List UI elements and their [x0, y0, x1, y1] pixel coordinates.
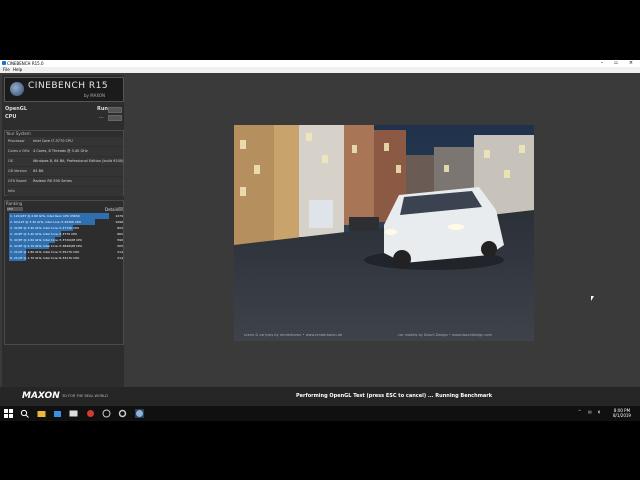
cinebench-taskbar-icon[interactable] [135, 409, 144, 418]
opengl-label: OpenGL [5, 106, 28, 112]
windows-taskbar: ^ ▤ ◖ 8:00 PM 8/1/2019 [0, 406, 640, 421]
system-key: GFX Board [8, 179, 27, 183]
cinebench-app-icon [2, 61, 6, 65]
system-row[interactable]: Info [7, 187, 123, 196]
ranking-row[interactable]: 8. 2C/4T @ 1.70 GHz, Intel Core i5-3317U… [9, 255, 123, 261]
red-app-icon[interactable] [86, 409, 95, 418]
menu-bar: File Help [0, 67, 640, 73]
system-value: 4 Cores, 8 Threads @ 3.40 GHz [33, 149, 88, 153]
clock-date: 8/1/2019 [613, 413, 631, 418]
file-explorer-icon[interactable] [37, 409, 46, 418]
your-system-panel: Your System Processor Intel Core i7-3770 … [4, 130, 124, 196]
maxon-tagline: 3D FOR THE REAL WORLD [62, 394, 108, 398]
left-panel: CINEBENCH R15 by MAXON OpenGL Run CPU ..… [2, 75, 124, 398]
volume-icon[interactable]: ◖ [598, 409, 600, 414]
cpu-label: CPU [5, 114, 17, 120]
system-row: Cores x GHz 4 Cores, 8 Threads @ 3.40 GHz [7, 147, 123, 156]
system-key: OS [8, 159, 13, 163]
render-credit-right: car models by Dosch Design • www.doschde… [398, 333, 493, 337]
ranking-row-label: 8. 2C/4T @ 1.70 GHz, Intel Core i5-3317U… [10, 256, 80, 260]
render-viewport: scene & car/cars by renderbaron • www.re… [234, 125, 534, 341]
your-system-header: Your System [6, 131, 31, 136]
window-title: CINEBENCH R15.0 [7, 61, 44, 66]
logo-byline: by MAXON [84, 93, 105, 98]
status-text: Performing OpenGL Test (press ESC to can… [296, 393, 493, 399]
network-icon[interactable]: ▤ [588, 409, 592, 414]
system-value: Intel Core i7-3770 CPU [33, 139, 73, 143]
windows-start-icon[interactable] [4, 409, 13, 418]
opengl-run-button[interactable] [108, 107, 122, 113]
render-credit-left: scene & car/cars by renderbaron • www.re… [244, 333, 343, 337]
benchmark-panel: OpenGL Run CPU ... [4, 105, 124, 125]
logo-name: CINEBENCH R15 [28, 81, 109, 91]
settings-gear-icon[interactable] [118, 409, 127, 418]
system-key: CB Version [8, 169, 27, 173]
ranking-row-score: 214 [117, 256, 123, 260]
cinebench-window: CINEBENCH R15.0 – ▫ × File Help CINEBENC… [0, 60, 640, 420]
system-key: Cores x GHz [8, 149, 30, 153]
search-icon[interactable] [20, 409, 29, 418]
opengl-run-label: Run [97, 106, 108, 112]
system-row: Processor Intel Core i7-3770 CPU [7, 137, 123, 146]
system-key: Processor [8, 139, 25, 143]
app-window-icon[interactable] [69, 409, 78, 418]
tray-chevron-icon[interactable]: ^ [578, 409, 581, 414]
maximize-button[interactable]: ▫ [611, 60, 621, 67]
ranking-header: Ranking [6, 201, 23, 206]
menu-file[interactable]: File [3, 67, 10, 73]
cinebench-emblem-icon [10, 82, 24, 96]
cpu-run-button[interactable] [108, 115, 122, 121]
title-bar: CINEBENCH R15.0 – ▫ × [0, 60, 640, 67]
minimize-button[interactable]: – [597, 60, 607, 67]
system-key: Info [8, 189, 15, 193]
system-row: OS Windows 8, 64 Bit, Professional Editio… [7, 157, 123, 166]
system-clock[interactable]: 8:00 PM 8/1/2019 [613, 408, 631, 418]
system-value: Radeon RX 590 Series [33, 179, 72, 183]
rendered-scene-image [234, 125, 534, 341]
mouse-cursor-icon [591, 296, 594, 301]
system-row: CB Version 64 Bit [7, 167, 123, 176]
system-row: GFX Board Radeon RX 590 Series [7, 177, 123, 186]
ranking-panel: Ranking CPU Details 1. 12C/24T @ 2.66 GH… [4, 200, 124, 345]
steam-icon[interactable] [102, 409, 111, 418]
ranking-type-select[interactable]: CPU [7, 207, 23, 211]
details-label: Details [105, 207, 119, 212]
system-value: 64 Bit [33, 169, 44, 173]
close-button[interactable]: × [626, 60, 636, 67]
store-icon[interactable] [53, 409, 62, 418]
menu-help[interactable]: Help [13, 67, 22, 73]
details-button[interactable] [118, 207, 123, 211]
maxon-logo: MAXON [22, 391, 60, 401]
cinebench-logo: CINEBENCH R15 by MAXON [4, 77, 124, 102]
status-footer: MAXON 3D FOR THE REAL WORLD Performing O… [0, 387, 640, 407]
cpu-run-label: ... [99, 114, 104, 120]
system-value: Windows 8, 64 Bit, Professional Edition … [33, 159, 124, 163]
